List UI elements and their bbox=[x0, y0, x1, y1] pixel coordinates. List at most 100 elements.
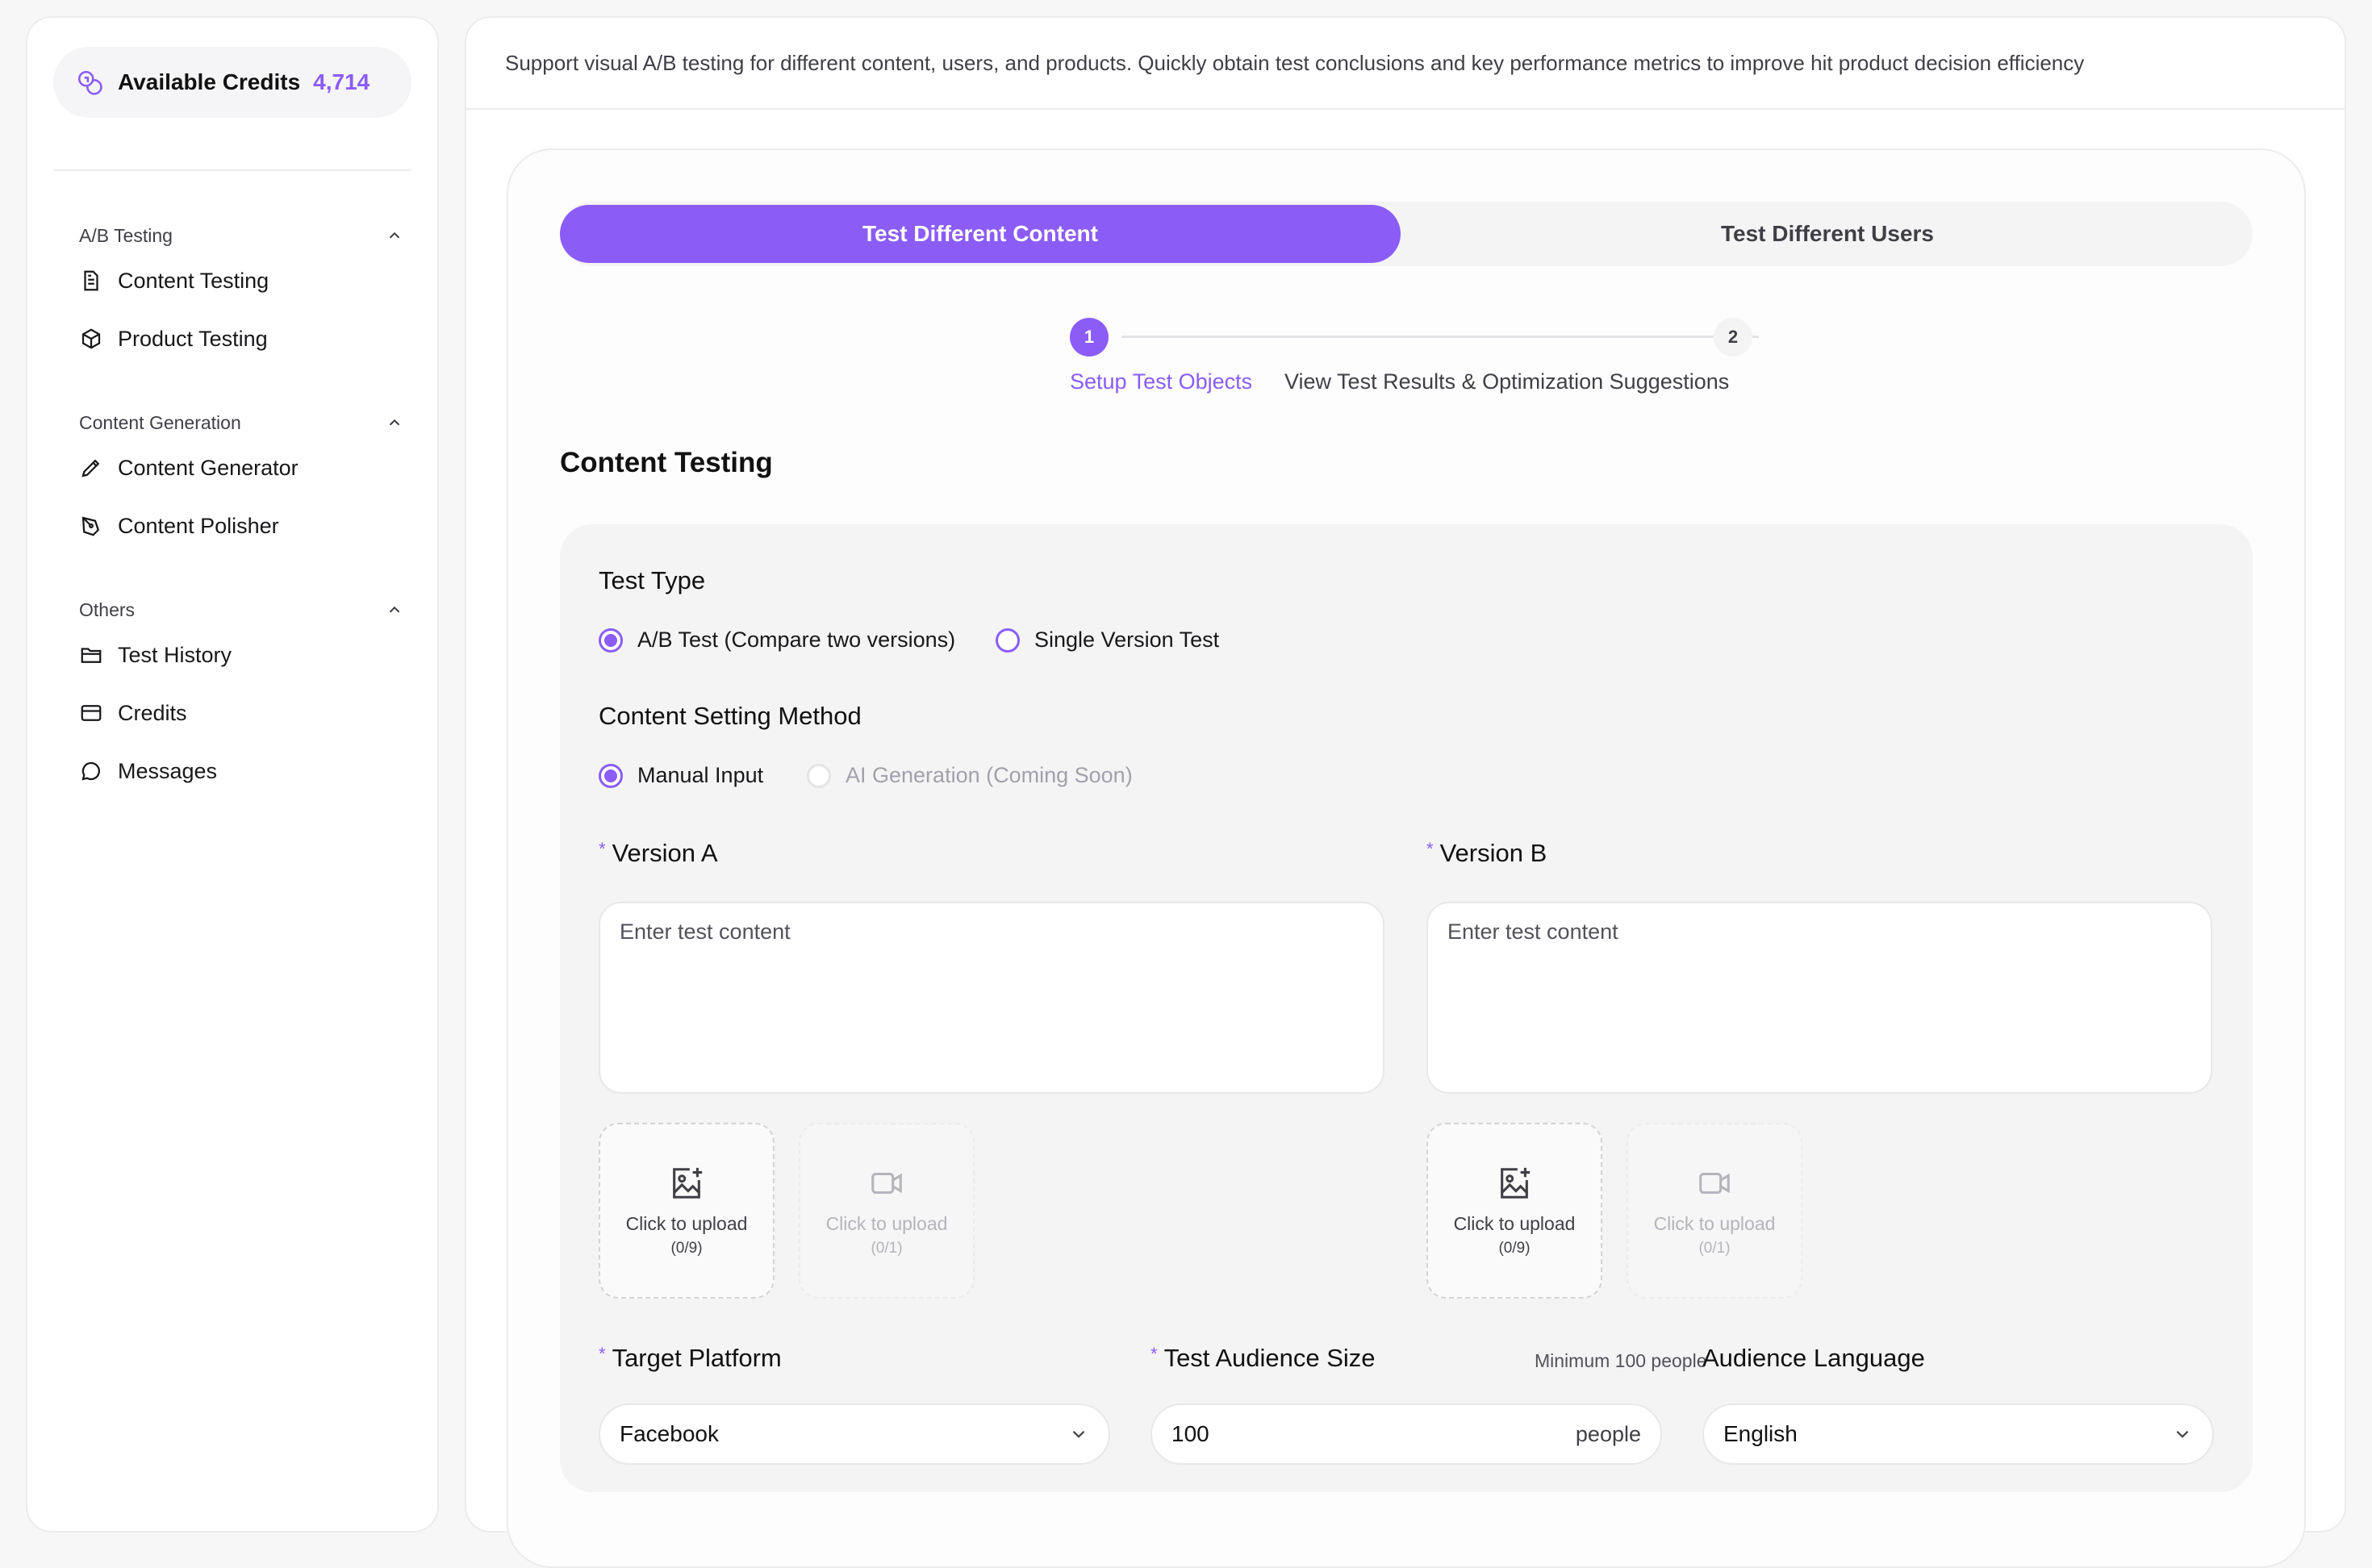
step-1-indicator: 1 bbox=[1070, 318, 1109, 357]
version-b-title: * Version B bbox=[1426, 839, 1547, 868]
audience-size-hint: Minimum 100 people bbox=[1535, 1350, 1707, 1371]
sidebar-item-label: Content Testing bbox=[118, 268, 269, 293]
sidebar-item-messages[interactable]: Messages bbox=[79, 742, 411, 800]
sidebar-item-content-testing[interactable]: Content Testing bbox=[79, 252, 411, 310]
cube-icon bbox=[81, 328, 101, 349]
step-2-indicator: 2 bbox=[1714, 318, 1752, 357]
test-type-title: Test Type bbox=[599, 566, 706, 594]
nav-group-header-content-generation[interactable]: Content Generation bbox=[79, 407, 411, 439]
folder-icon bbox=[81, 648, 102, 663]
sidebar: Available Credits 4,714 A/B Testing Cont… bbox=[26, 16, 439, 1533]
version-a-textarea[interactable]: Enter test content bbox=[599, 902, 1384, 1094]
page-description: Support visual A/B testing for different… bbox=[505, 50, 2085, 75]
credits-value: 4,714 bbox=[313, 69, 370, 94]
test-mode-tabs: Test Different Content Test Different Us… bbox=[560, 202, 2253, 266]
sidebar-item-label: Content Generator bbox=[118, 455, 299, 480]
version-b-textarea[interactable]: Enter test content bbox=[1426, 902, 2212, 1094]
radio-dot bbox=[996, 628, 1020, 653]
radio-manual-input[interactable]: Manual Input bbox=[599, 763, 763, 788]
input-unit: people bbox=[1575, 1421, 1641, 1446]
tab-test-different-users[interactable]: Test Different Users bbox=[1407, 205, 2248, 263]
audience-size-label: Test Audience Size bbox=[1163, 1344, 1376, 1372]
upload-label: Click to upload bbox=[825, 1212, 948, 1234]
chevron-down-icon bbox=[1072, 1430, 1085, 1438]
upload-count: (0/9) bbox=[1498, 1239, 1531, 1257]
target-platform-select[interactable]: Facebook bbox=[599, 1403, 1110, 1465]
version-b-label: Version B bbox=[1439, 839, 1547, 867]
video-camera-icon bbox=[1699, 1172, 1730, 1194]
section-title: Content Testing bbox=[560, 447, 773, 478]
radio-single-version-test[interactable]: Single Version Test bbox=[996, 628, 1219, 653]
chevron-up-icon bbox=[389, 231, 400, 239]
testing-card: Test Different Content Test Different Us… bbox=[507, 148, 2306, 1568]
nav-group-others: Others Test History Credits Messages bbox=[79, 594, 411, 800]
target-platform-title: * Target Platform bbox=[599, 1344, 782, 1373]
version-a-image-upload[interactable]: Click to upload (0/9) bbox=[599, 1123, 775, 1299]
chevron-down-icon bbox=[2176, 1430, 2189, 1438]
version-b-video-upload[interactable]: Click to upload (0/1) bbox=[1627, 1123, 1802, 1299]
version-a-label: Version A bbox=[612, 839, 718, 867]
radio-dot-selected bbox=[599, 628, 623, 653]
tab-test-different-content[interactable]: Test Different Content bbox=[560, 205, 1401, 263]
sidebar-divider bbox=[53, 169, 411, 171]
sidebar-item-content-polisher[interactable]: Content Polisher bbox=[79, 497, 411, 555]
image-plus-icon bbox=[673, 1167, 703, 1199]
audience-language-select[interactable]: English bbox=[1702, 1403, 2214, 1465]
nav-group-header-others[interactable]: Others bbox=[79, 594, 411, 626]
sidebar-item-test-history[interactable]: Test History bbox=[79, 626, 411, 684]
sidebar-item-content-generator[interactable]: Content Generator bbox=[79, 439, 411, 497]
sidebar-item-label: Credits bbox=[118, 700, 187, 725]
sidebar-item-product-testing[interactable]: Product Testing bbox=[79, 310, 411, 368]
main-panel: Support visual A/B testing for different… bbox=[465, 16, 2346, 1568]
required-mark: * bbox=[599, 839, 606, 859]
version-a-video-upload[interactable]: Click to upload (0/1) bbox=[799, 1123, 975, 1299]
nav-group-content-generation: Content Generation Content Generator Con… bbox=[79, 407, 411, 555]
pencil-icon bbox=[81, 459, 100, 477]
select-value: Facebook bbox=[620, 1421, 719, 1446]
radio-label: Single Version Test bbox=[1034, 628, 1220, 652]
sidebar-item-label: Messages bbox=[118, 758, 218, 783]
chevron-up-icon bbox=[389, 606, 400, 613]
step-2-label: View Test Results & Optimization Suggest… bbox=[1284, 369, 1730, 394]
upload-label: Click to upload bbox=[1653, 1212, 1776, 1234]
header-divider bbox=[466, 108, 2345, 110]
select-value: English bbox=[1723, 1421, 1798, 1446]
required-mark: * bbox=[1151, 1344, 1158, 1364]
target-platform-label: Target Platform bbox=[612, 1344, 782, 1372]
sidebar-item-credits[interactable]: Credits bbox=[79, 684, 411, 742]
required-mark: * bbox=[1426, 839, 1434, 859]
credits-label: Available Credits bbox=[118, 69, 301, 94]
content-test-form: Test Type A/B Test (Compare two versions… bbox=[560, 524, 2253, 1492]
audience-size-title: * Test Audience Size bbox=[1151, 1344, 1376, 1373]
upload-label: Click to upload bbox=[1453, 1212, 1576, 1234]
radio-ab-test[interactable]: A/B Test (Compare two versions) bbox=[599, 628, 955, 653]
pen-nib-icon bbox=[81, 516, 100, 536]
image-plus-icon bbox=[1501, 1167, 1531, 1199]
credits-pill[interactable]: Available Credits 4,714 bbox=[53, 47, 411, 118]
chat-bubble-icon bbox=[81, 761, 100, 781]
audience-size-input[interactable]: 100 people bbox=[1151, 1403, 1662, 1465]
nav-group-title: A/B Testing bbox=[79, 224, 173, 246]
audience-language-title: Audience Language bbox=[1702, 1344, 1925, 1372]
nav-group-title: Content Generation bbox=[79, 411, 241, 433]
upload-count: (0/1) bbox=[871, 1239, 903, 1257]
coins-icon bbox=[77, 70, 102, 95]
sidebar-item-label: Product Testing bbox=[118, 326, 268, 351]
version-b-image-upload[interactable]: Click to upload (0/9) bbox=[1426, 1123, 1602, 1299]
sidebar-item-label: Test History bbox=[118, 642, 232, 667]
document-icon bbox=[84, 270, 98, 291]
radio-label: AI Generation (Coming Soon) bbox=[846, 763, 1133, 787]
upload-count: (0/1) bbox=[1698, 1239, 1731, 1257]
chevron-up-icon bbox=[389, 419, 400, 426]
radio-label: Manual Input bbox=[637, 763, 764, 787]
step-1-label: Setup Test Objects bbox=[1070, 369, 1253, 394]
nav-group-header-ab-testing[interactable]: A/B Testing bbox=[79, 219, 411, 252]
video-camera-icon bbox=[871, 1172, 902, 1194]
radio-dot-disabled bbox=[807, 763, 831, 788]
sidebar-item-label: Content Polisher bbox=[118, 513, 279, 538]
method-title: Content Setting Method bbox=[599, 702, 862, 730]
radio-label: A/B Test (Compare two versions) bbox=[637, 628, 956, 652]
required-mark: * bbox=[599, 1344, 606, 1364]
credit-card-icon bbox=[81, 705, 102, 721]
upload-count: (0/9) bbox=[670, 1239, 703, 1257]
